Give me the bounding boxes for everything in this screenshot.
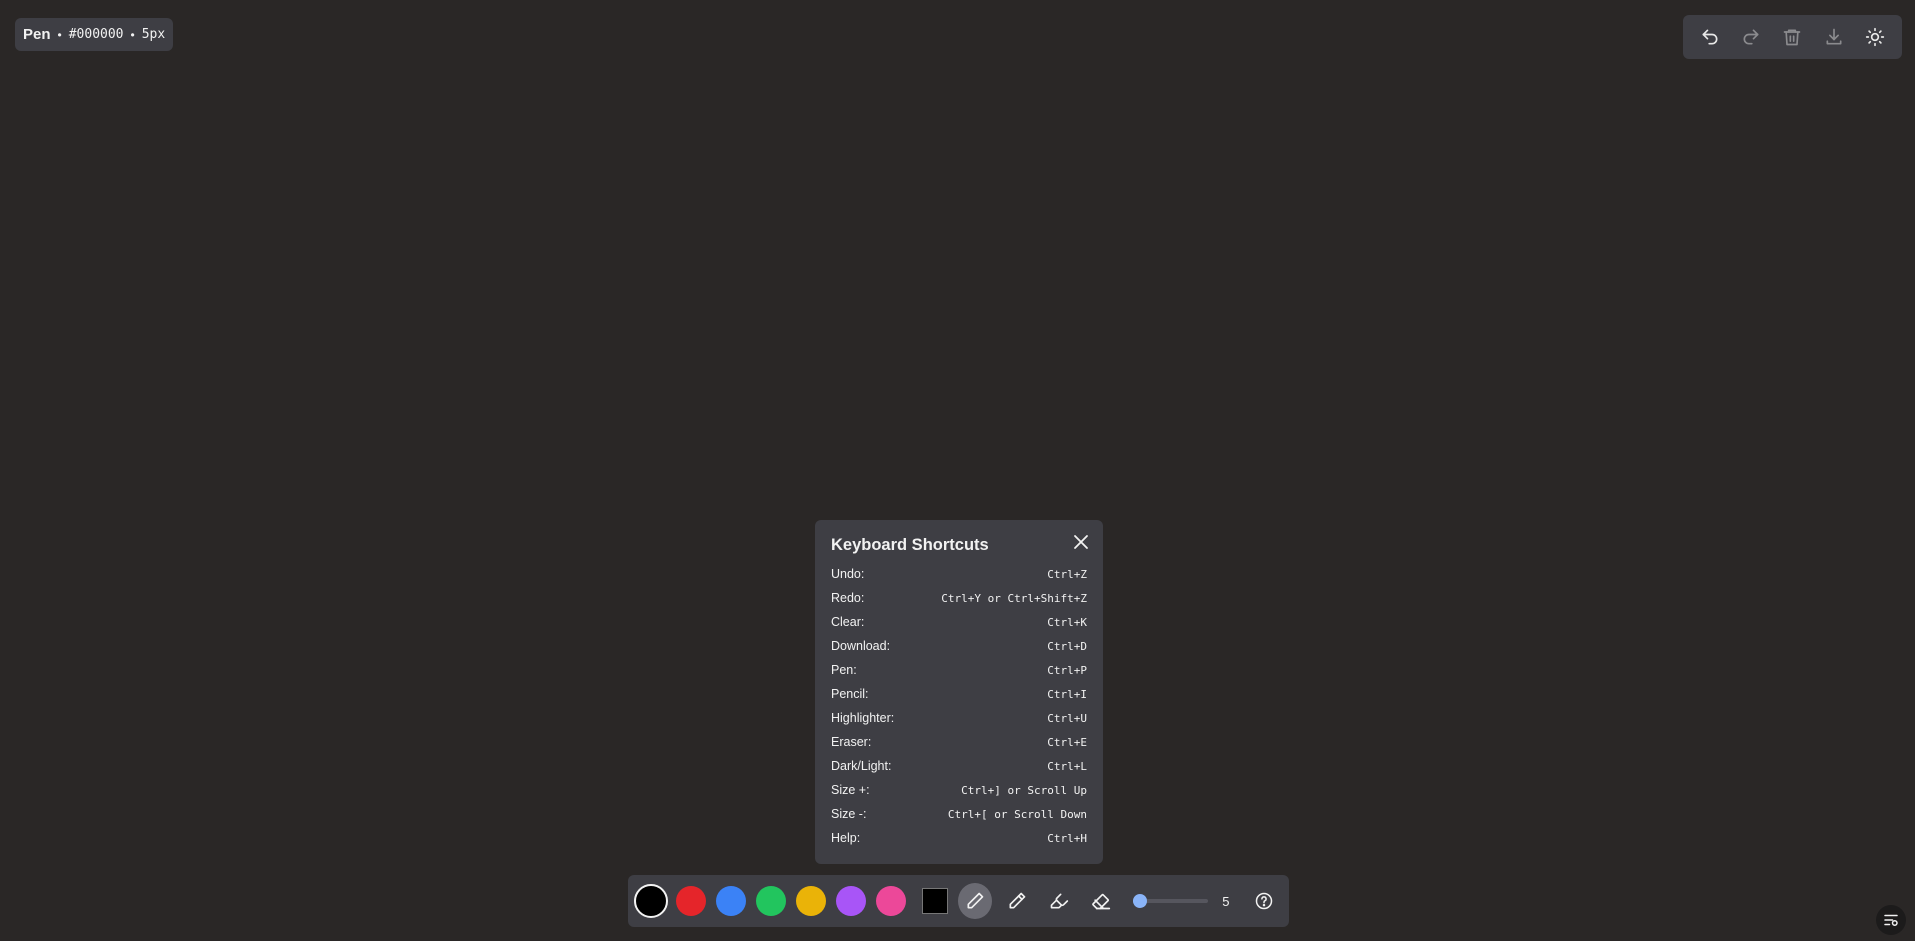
close-icon — [1074, 535, 1088, 549]
shortcut-label: Size +: — [831, 783, 870, 797]
shortcut-label: Size -: — [831, 807, 867, 821]
color-swatch[interactable] — [836, 886, 866, 916]
color-swatch[interactable] — [676, 886, 706, 916]
redo-icon — [1743, 29, 1759, 45]
color-swatch[interactable] — [716, 886, 746, 916]
shortcut-label: Highlighter: — [831, 711, 895, 725]
status-separator: • — [57, 27, 62, 42]
color-swatch[interactable] — [876, 886, 906, 916]
color-swatch[interactable] — [634, 884, 668, 918]
close-button[interactable] — [1071, 532, 1091, 552]
shortcut-label: Eraser: — [831, 735, 872, 749]
shortcut-key: Ctrl+D — [1047, 639, 1087, 653]
trash-icon — [1784, 29, 1801, 46]
download-icon — [1826, 28, 1842, 45]
shortcut-key: Ctrl+P — [1047, 663, 1087, 677]
shortcut-row: Highlighter: Ctrl+U — [831, 706, 1087, 730]
clear-button[interactable] — [1776, 21, 1808, 53]
pen-button[interactable] — [958, 883, 993, 919]
shortcut-label: Help: — [831, 831, 861, 845]
shortcut-label: Pencil: — [831, 687, 869, 701]
sun-icon — [1866, 27, 1885, 47]
color-swatch[interactable] — [756, 886, 786, 916]
shortcut-row: Clear: Ctrl+K — [831, 610, 1087, 634]
shortcut-key: Ctrl+I — [1047, 687, 1087, 701]
status-badge: Pen • #000000 • 5px — [15, 18, 174, 51]
shortcut-key: Ctrl+K — [1047, 615, 1087, 629]
highlighter-button[interactable] — [1042, 883, 1076, 919]
download-button[interactable] — [1818, 21, 1850, 53]
custom-color-picker[interactable] — [922, 888, 949, 914]
status-tool: Pen — [23, 26, 51, 43]
size-slider[interactable] — [1133, 891, 1209, 911]
bottom-toolbar: 5 — [628, 875, 1289, 927]
status-separator: • — [130, 27, 135, 42]
shortcut-row: Redo: Ctrl+Y or Ctrl+Shift+Z — [831, 586, 1087, 610]
shortcut-row: Size -: Ctrl+[ or Scroll Down — [831, 802, 1087, 826]
settings-panel-icon — [1884, 914, 1898, 926]
shortcut-label: Clear: — [831, 615, 865, 629]
undo-icon — [1702, 29, 1718, 45]
slider-thumb[interactable] — [1133, 894, 1148, 908]
help-icon — [1255, 892, 1273, 910]
color-palette — [634, 884, 916, 918]
eraser-button[interactable] — [1084, 883, 1118, 919]
highlighter-icon — [1050, 893, 1068, 909]
theme-toggle-button[interactable] — [1859, 21, 1891, 53]
shortcut-key: Ctrl+] or Scroll Up — [961, 783, 1087, 797]
undo-button[interactable] — [1694, 21, 1726, 53]
settings-panel-button[interactable] — [1876, 905, 1906, 935]
shortcut-key: Ctrl+Z — [1047, 567, 1087, 581]
shortcut-row: Undo: Ctrl+Z — [831, 562, 1087, 586]
shortcut-row: Dark/Light: Ctrl+L — [831, 754, 1087, 778]
shortcut-key: Ctrl+L — [1047, 759, 1087, 773]
shortcut-key: Ctrl+Y or Ctrl+Shift+Z — [941, 591, 1087, 605]
shortcut-label: Undo: — [831, 567, 865, 581]
shortcut-list: Undo: Ctrl+Z Redo: Ctrl+Y or Ctrl+Shift+Z Cl… — [831, 562, 1087, 850]
shortcut-row: Size +: Ctrl+] or Scroll Up — [831, 778, 1087, 802]
shortcut-row: Pen: Ctrl+P — [831, 658, 1087, 682]
eraser-icon — [1091, 893, 1110, 910]
pen-icon — [967, 892, 984, 909]
shortcut-key: Ctrl+[ or Scroll Down — [947, 807, 1087, 821]
shortcut-row: Eraser: Ctrl+E — [831, 730, 1087, 754]
redo-button[interactable] — [1735, 21, 1767, 53]
pencil-button[interactable] — [1000, 883, 1034, 919]
shortcut-label: Redo: — [831, 591, 865, 605]
shortcut-key: Ctrl+E — [1047, 735, 1087, 749]
shortcut-key: Ctrl+U — [1047, 711, 1087, 725]
shortcut-label: Dark/Light: — [831, 759, 892, 773]
shortcut-key: Ctrl+H — [1047, 831, 1087, 845]
size-value: 5 — [1222, 893, 1230, 909]
shortcut-label: Download: — [831, 639, 891, 653]
pencil-icon — [1009, 892, 1026, 909]
help-button[interactable] — [1247, 883, 1281, 919]
shortcut-label: Pen: — [831, 663, 857, 677]
shortcut-row: Download: Ctrl+D — [831, 634, 1087, 658]
status-color: #000000 — [68, 27, 124, 42]
color-swatch[interactable] — [796, 886, 826, 916]
top-toolbar — [1683, 15, 1902, 59]
shortcut-row: Help: Ctrl+H — [831, 826, 1087, 850]
shortcuts-panel: Keyboard Shortcuts Undo: Ctrl+Z Redo: Ctrl+… — [815, 520, 1103, 864]
status-size: 5px — [141, 27, 166, 42]
shortcuts-title: Keyboard Shortcuts — [831, 536, 989, 554]
shortcut-row: Pencil: Ctrl+I — [831, 682, 1087, 706]
